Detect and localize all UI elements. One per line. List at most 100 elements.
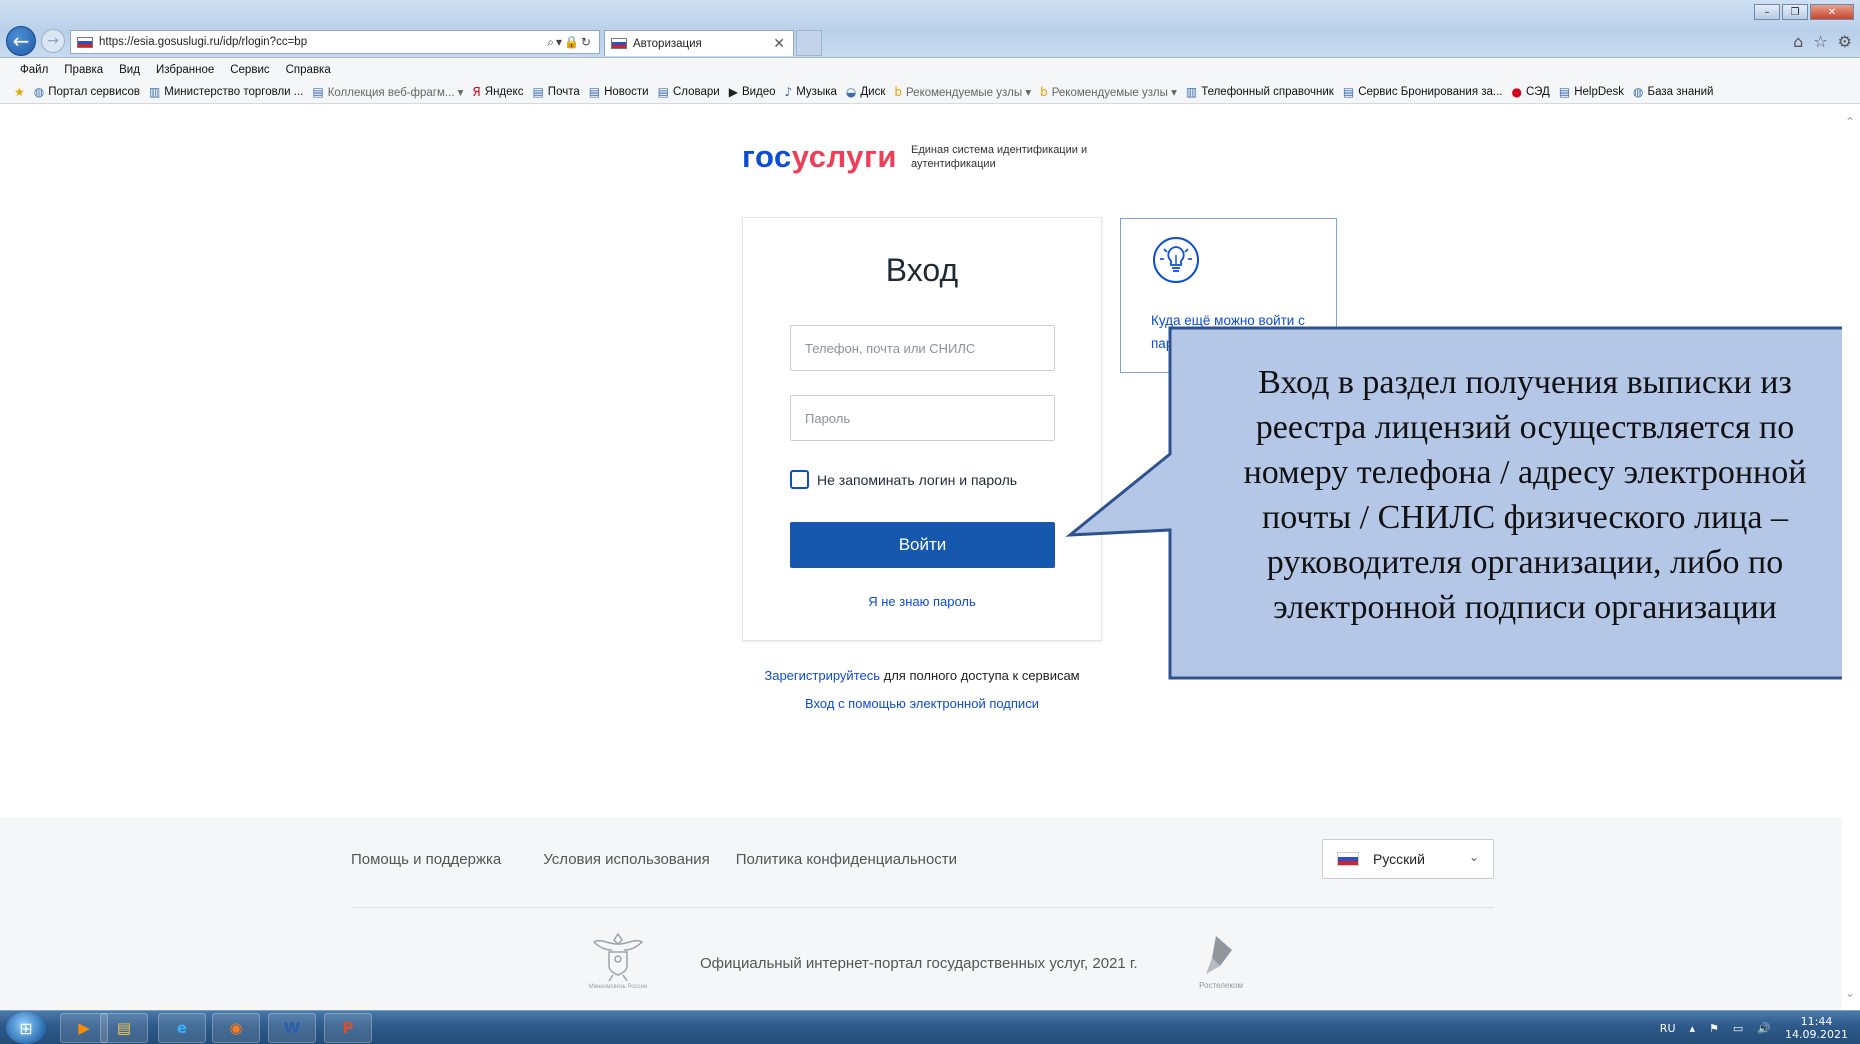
explorer-taskbar-button[interactable]: ▤ bbox=[100, 1013, 148, 1043]
windows-logo-icon: ⊞ bbox=[19, 1018, 33, 1038]
powerpoint-icon: P bbox=[342, 1019, 354, 1037]
favorite-item[interactable]: ▥ Министерство торговли ... bbox=[149, 85, 303, 99]
tray-expand-icon[interactable]: ▴ bbox=[1690, 1022, 1696, 1035]
clock[interactable]: 11:44 14.09.2021 bbox=[1785, 1015, 1848, 1041]
favorite-item[interactable]: ▤ Словари bbox=[658, 85, 720, 99]
ministry-emblem-icon: Минкомсвязь России bbox=[589, 932, 647, 990]
page-scrollbar[interactable]: ⌃ ⌄ bbox=[1842, 105, 1860, 1010]
favorite-label: Словари bbox=[672, 85, 720, 98]
music-icon: ♪ bbox=[784, 84, 793, 99]
footer-divider bbox=[351, 907, 1494, 908]
back-button[interactable]: ← bbox=[6, 26, 36, 56]
copyright-text: Официальный интернет-портал государствен… bbox=[700, 955, 1138, 972]
network-icon[interactable]: ▭ bbox=[1733, 1022, 1743, 1035]
address-bar[interactable]: https://esia.gosuslugi.ru/idp/rlogin?cc=… bbox=[70, 30, 600, 54]
register-line: Зарегистрируйтесь для полного доступа к … bbox=[742, 668, 1102, 683]
login-input[interactable] bbox=[790, 325, 1055, 371]
word-taskbar-button[interactable]: W bbox=[268, 1013, 316, 1043]
settings-gear-icon[interactable]: ⚙ bbox=[1838, 32, 1852, 51]
instruction-callout: Вход в раздел получения выписки из реест… bbox=[1060, 320, 1860, 680]
new-tab-button[interactable] bbox=[796, 30, 822, 56]
rostelecom-logo-icon: Ростелеком bbox=[1199, 936, 1243, 990]
volume-icon[interactable]: 🔊 bbox=[1757, 1022, 1771, 1035]
browser-titlebar: ← → https://esia.gosuslugi.ru/idp/rlogin… bbox=[0, 0, 1860, 58]
favorite-item[interactable]: ▥ Телефонный справочник bbox=[1186, 85, 1334, 99]
favorite-item[interactable]: ▤ Сервис Бронирования за... bbox=[1343, 85, 1503, 99]
ie-taskbar-button[interactable]: e bbox=[158, 1013, 206, 1043]
page-icon: ▤ bbox=[312, 84, 324, 99]
windows-taskbar: ⊞ RU ▴ ⚑ ▭ 🔊 11:44 14.09.2021 ▶ ▤ e ◉ W P bbox=[0, 1010, 1860, 1044]
globe-icon: ◍ bbox=[1633, 84, 1644, 99]
menu-view[interactable]: Вид bbox=[119, 64, 140, 76]
favorite-item[interactable]: ◍ База знаний bbox=[1633, 85, 1713, 99]
favorite-item[interactable]: b Рекомендуемые узлы ▾ bbox=[1040, 85, 1177, 99]
scroll-down-icon[interactable]: ⌄ bbox=[1845, 986, 1855, 1000]
firefox-taskbar-button[interactable]: ◉ bbox=[212, 1013, 260, 1043]
favorites-bar: ★ ◍ Портал сервисов ▥ Министерство торговли… bbox=[0, 80, 1860, 104]
page-icon: ▤ bbox=[657, 84, 669, 99]
back-arrow-icon: ← bbox=[12, 29, 30, 53]
favorite-item[interactable]: ▶ Видео bbox=[729, 85, 776, 99]
powerpoint-taskbar-button[interactable]: P bbox=[324, 1013, 372, 1043]
favorite-label: Коллекция веб-фрагм... ▾ bbox=[327, 86, 464, 99]
ie-icon: e bbox=[176, 1019, 188, 1037]
address-url[interactable]: https://esia.gosuslugi.ru/idp/rlogin?cc=… bbox=[99, 36, 547, 48]
menu-file[interactable]: Файл bbox=[20, 64, 48, 76]
favorite-item[interactable]: ● СЭД bbox=[1512, 85, 1550, 99]
favorite-label: База знаний bbox=[1647, 85, 1714, 98]
favorite-item[interactable]: ♪ Музыка bbox=[785, 85, 837, 99]
favorite-item[interactable]: ▤ Коллекция веб-фрагм... ▾ bbox=[312, 85, 463, 99]
favorite-label: Почта bbox=[547, 85, 580, 98]
start-button[interactable]: ⊞ bbox=[6, 1012, 46, 1044]
favorite-item[interactable]: ▤ Новости bbox=[589, 85, 649, 99]
esign-login-link[interactable]: Вход с помощью электронной подписи bbox=[742, 696, 1102, 711]
favorite-item[interactable]: Я Яндекс bbox=[472, 85, 523, 99]
favorite-item[interactable]: ▤ Почта bbox=[532, 85, 579, 99]
flag-notification-icon[interactable]: ⚑ bbox=[1709, 1022, 1719, 1035]
menu-help[interactable]: Справка bbox=[286, 64, 331, 76]
favorite-label: Рекомендуемые узлы ▾ bbox=[906, 86, 1032, 99]
forgot-password-link[interactable]: Я не знаю пароль bbox=[743, 594, 1101, 609]
remember-checkbox[interactable] bbox=[790, 470, 809, 489]
screen: ← → https://esia.gosuslugi.ru/idp/rlogin… bbox=[0, 0, 1860, 1044]
explorer-icon: ▤ bbox=[116, 1019, 132, 1037]
home-icon[interactable]: ⌂ bbox=[1793, 32, 1803, 51]
gosuslugi-logo[interactable]: госуслуги bbox=[742, 139, 897, 175]
favorite-item[interactable]: b Рекомендуемые узлы ▾ bbox=[894, 85, 1031, 99]
address-tools-icons[interactable]: ⌕▾🔒↻ bbox=[547, 35, 593, 50]
favorites-star-icon[interactable]: ★ bbox=[14, 85, 25, 99]
red-icon: ● bbox=[1511, 84, 1522, 99]
language-select[interactable]: Русский ⌄ bbox=[1322, 839, 1494, 879]
favorite-label: HelpDesk bbox=[1574, 85, 1625, 98]
favorite-label: Портал сервисов bbox=[48, 85, 140, 98]
page-icon: ▤ bbox=[588, 84, 601, 99]
remember-option[interactable]: Не запоминать логин и пароль bbox=[790, 470, 1017, 489]
login-button[interactable]: Войти bbox=[790, 522, 1055, 568]
input-language[interactable]: RU bbox=[1660, 1022, 1676, 1035]
favorite-item[interactable]: ◒ Диск bbox=[846, 85, 885, 99]
footer-link-terms[interactable]: Условия использования bbox=[543, 851, 710, 868]
page-icon: ▤ bbox=[532, 84, 544, 99]
partner-caption: Ростелеком bbox=[1199, 981, 1243, 990]
favorite-item[interactable]: ◍ Портал сервисов bbox=[34, 85, 140, 99]
footer-link-help[interactable]: Помощь и поддержка bbox=[351, 851, 501, 868]
close-button[interactable]: ✕ bbox=[1810, 4, 1854, 20]
password-input[interactable] bbox=[790, 395, 1055, 441]
menu-tools[interactable]: Сервис bbox=[230, 64, 269, 76]
footer-link-privacy[interactable]: Политика конфиденциальности bbox=[736, 851, 957, 868]
favorites-star-icon[interactable]: ☆ bbox=[1813, 32, 1827, 51]
menu-edit[interactable]: Правка bbox=[64, 64, 103, 76]
scroll-up-icon[interactable]: ⌃ bbox=[1845, 115, 1855, 129]
minimize-button[interactable]: – bbox=[1754, 4, 1780, 20]
login-title: Вход bbox=[885, 252, 959, 288]
tab-authorization[interactable]: Авторизация ✕ bbox=[604, 30, 794, 56]
favorite-item[interactable]: ▤ HelpDesk bbox=[1559, 85, 1624, 99]
restore-button[interactable]: ❐ bbox=[1782, 4, 1808, 20]
register-link[interactable]: Зарегистрируйтесь bbox=[764, 668, 880, 683]
gosuslugi-brand[interactable]: госуслуги Единая система идентификации и… bbox=[742, 139, 1111, 175]
disk-icon: ◒ bbox=[845, 84, 857, 99]
menu-favorites[interactable]: Избранное bbox=[156, 64, 214, 76]
tab-close-icon[interactable]: ✕ bbox=[773, 35, 785, 52]
firefox-icon: ◉ bbox=[229, 1019, 243, 1037]
forward-button[interactable]: → bbox=[41, 29, 65, 53]
